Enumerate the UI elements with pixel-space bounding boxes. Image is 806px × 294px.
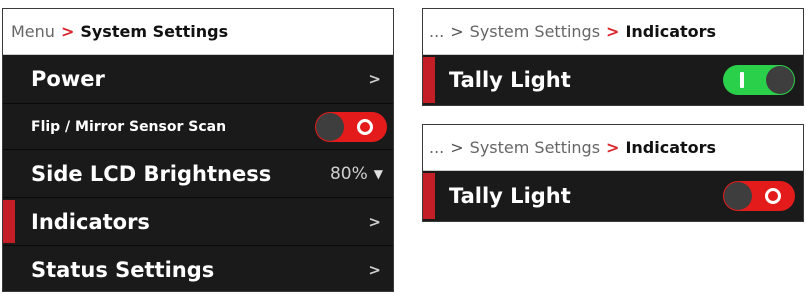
- flip-mirror-toggle[interactable]: [315, 111, 387, 142]
- menu-item-power[interactable]: Power >: [3, 55, 393, 103]
- chevron-right-icon: >: [368, 260, 381, 279]
- toggle-off-icon: [357, 118, 373, 135]
- menu-item-flip-mirror-sensor-scan[interactable]: Flip / Mirror Sensor Scan: [3, 103, 393, 149]
- toggle-knob: [316, 112, 344, 141]
- brightness-select[interactable]: 80% ▼: [330, 164, 383, 184]
- tally-light-toggle[interactable]: [723, 181, 795, 211]
- menu-item-label: Side LCD Brightness: [31, 161, 272, 186]
- breadcrumb-separator: >: [450, 22, 464, 41]
- toggle-knob: [766, 66, 794, 94]
- menu-item-label: Status Settings: [31, 257, 215, 282]
- chevron-right-icon: >: [368, 212, 381, 231]
- menu-item-label: Power: [31, 67, 105, 91]
- breadcrumb: Menu > System Settings: [3, 9, 393, 55]
- breadcrumb-parent[interactable]: System Settings: [470, 138, 600, 157]
- breadcrumb-current: System Settings: [80, 22, 229, 41]
- breadcrumb: ... > System Settings > Indicators: [423, 9, 803, 55]
- breadcrumb-current: Indicators: [625, 138, 717, 157]
- system-settings-menu: Menu > System Settings Power > Flip / Mi…: [2, 8, 394, 292]
- menu-item-label: Indicators: [31, 209, 150, 234]
- toggle-on-icon: [740, 72, 744, 88]
- menu-item-tally-light[interactable]: Tally Light: [423, 171, 803, 221]
- menu-item-indicators[interactable]: Indicators >: [3, 197, 393, 245]
- tally-light-toggle[interactable]: [723, 65, 795, 95]
- breadcrumb-separator: >: [606, 22, 620, 41]
- breadcrumb-separator: >: [60, 22, 75, 41]
- selection-indicator: [423, 173, 435, 219]
- breadcrumb-separator: >: [450, 138, 464, 157]
- indicators-panel-tally-off: ... > System Settings > Indicators Tally…: [422, 124, 804, 222]
- chevron-right-icon: >: [368, 70, 381, 88]
- brightness-value: 80%: [329, 163, 368, 184]
- breadcrumb-ellipsis[interactable]: ...: [429, 22, 444, 41]
- toggle-knob: [724, 182, 752, 210]
- breadcrumb-current: Indicators: [625, 22, 717, 41]
- breadcrumb-parent[interactable]: System Settings: [470, 22, 600, 41]
- toggle-off-icon: [765, 188, 781, 204]
- menu-item-label: Tally Light: [449, 184, 571, 208]
- menu-item-label: Flip / Mirror Sensor Scan: [31, 118, 227, 135]
- selection-indicator: [423, 57, 435, 103]
- breadcrumb: ... > System Settings > Indicators: [423, 125, 803, 171]
- menu-item-tally-light[interactable]: Tally Light: [423, 55, 803, 105]
- breadcrumb-separator: >: [606, 138, 620, 157]
- breadcrumb-ellipsis[interactable]: ...: [429, 138, 444, 157]
- chevron-down-icon: ▼: [373, 166, 383, 181]
- indicators-panel-tally-on: ... > System Settings > Indicators Tally…: [422, 8, 804, 106]
- breadcrumb-root[interactable]: Menu: [11, 22, 55, 41]
- selection-indicator: [3, 200, 15, 243]
- menu-item-status-settings[interactable]: Status Settings >: [3, 245, 393, 291]
- menu-item-label: Tally Light: [449, 68, 571, 92]
- menu-item-side-lcd-brightness[interactable]: Side LCD Brightness 80% ▼: [3, 149, 393, 197]
